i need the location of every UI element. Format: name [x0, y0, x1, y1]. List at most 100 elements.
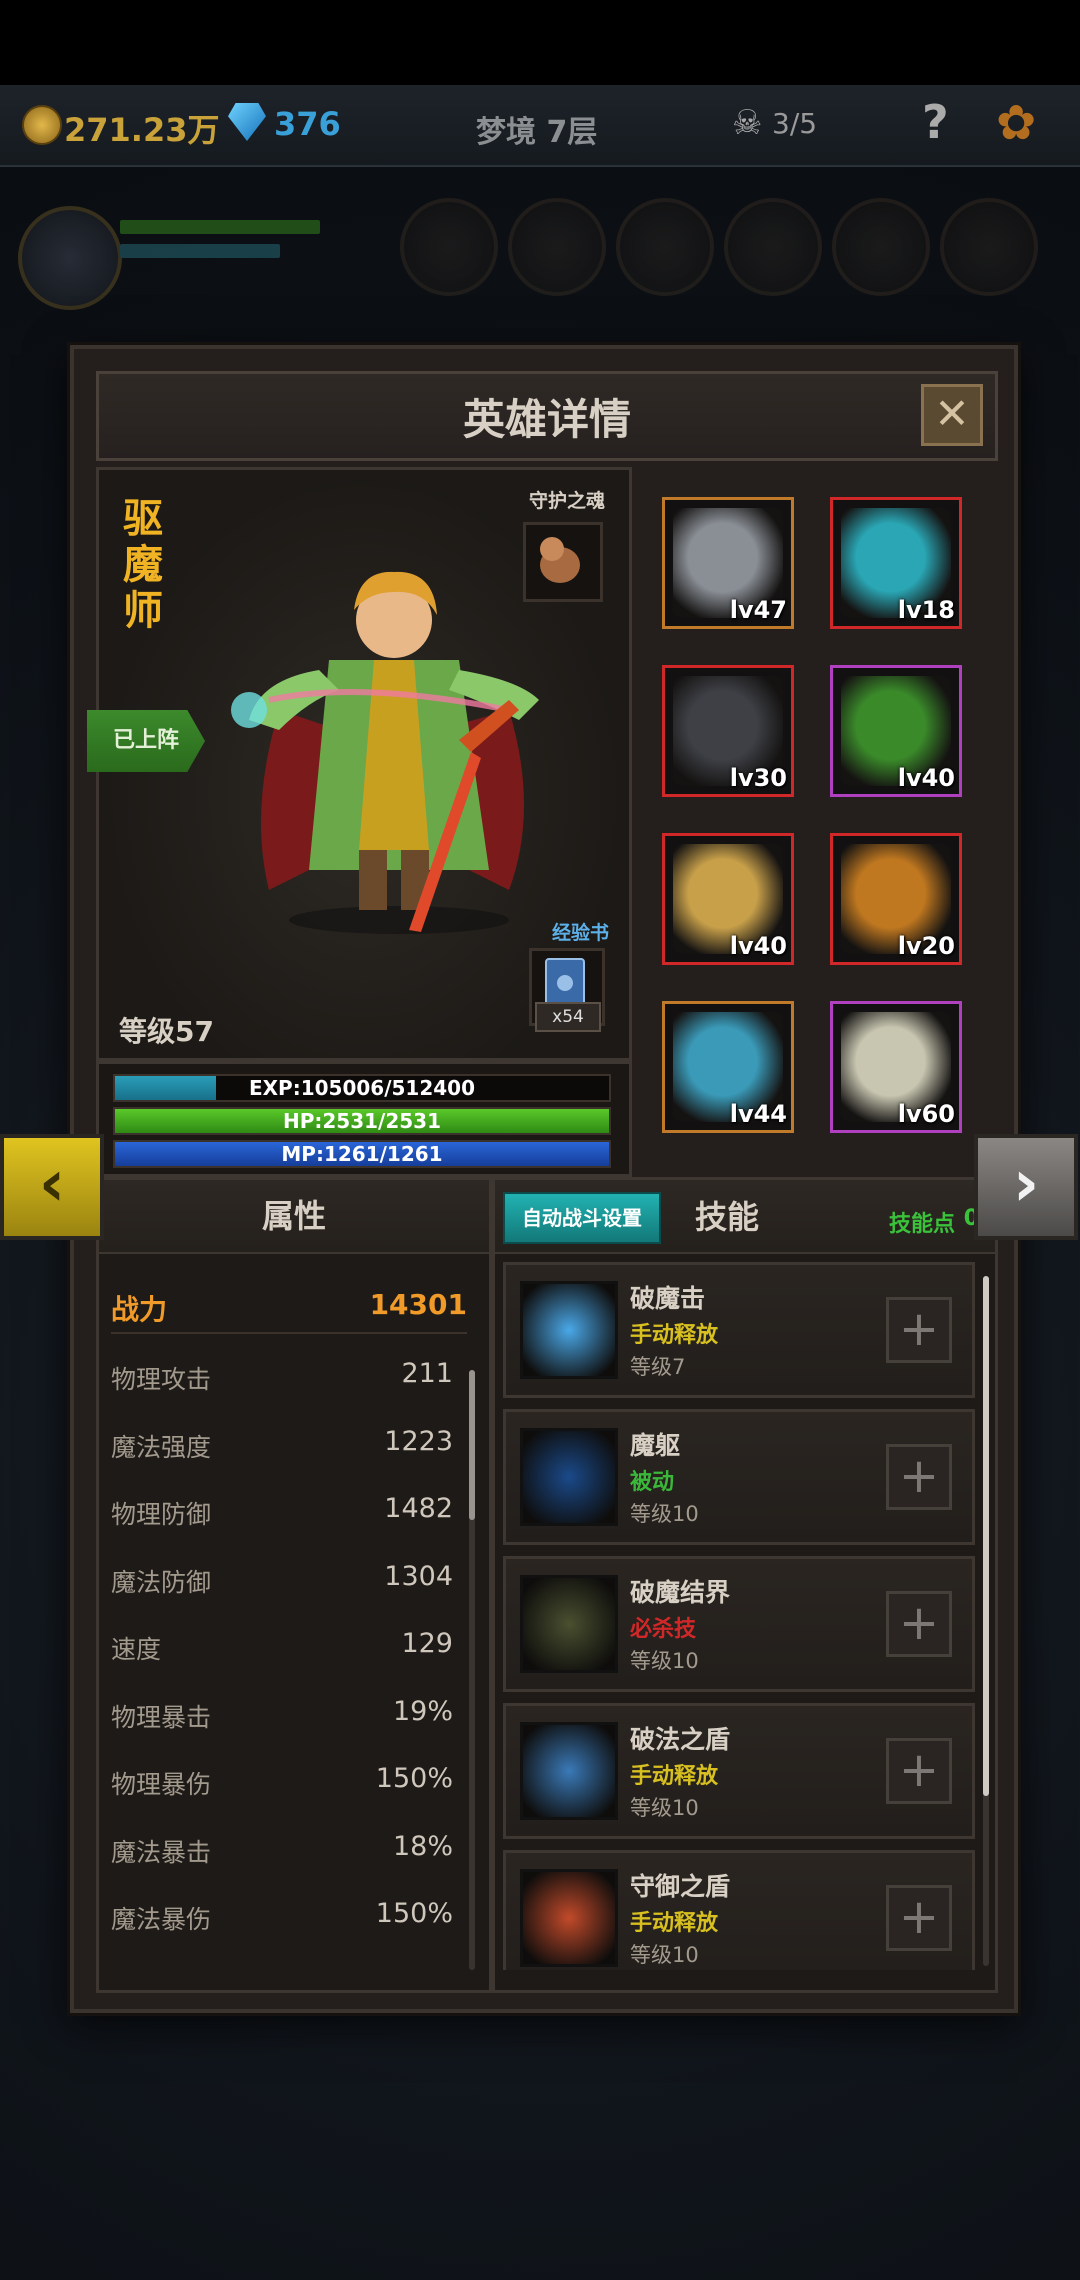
help-icon[interactable]: ? — [922, 95, 949, 149]
attribute-value: 150% — [375, 1898, 453, 1929]
equipment-slot[interactable]: lv40 — [662, 833, 794, 965]
mp-bar-label: MP:1261/1261 — [281, 1142, 443, 1166]
skills-header: 自动战斗设置 技能 技能点 0 — [495, 1180, 995, 1254]
barrier-icon — [520, 1575, 618, 1673]
roster-hp-bar — [120, 220, 320, 234]
attributes-panel: 属性 战力 14301 物理攻击 211 魔法强度 1223 物理防御 1482 魔法防御 1… — [96, 1177, 492, 1993]
upgrade-skill-button[interactable]: + — [886, 1591, 952, 1657]
attributes-title: 属性 — [99, 1180, 489, 1254]
equipment-slot[interactable]: lv30 — [662, 665, 794, 797]
skill-name: 守御之盾 — [630, 1872, 731, 1901]
combat-power-value: 14301 — [369, 1288, 467, 1321]
equipment-grid: lv47 lv18 lv30 lv40 lv40 lv20 lv44 lv60 — [634, 467, 994, 1171]
dialog-title: 英雄详情 — [462, 395, 631, 444]
equipment-slot[interactable]: lv40 — [830, 665, 962, 797]
attribute-name: 物理防御 — [111, 1500, 212, 1529]
attribute-row: 魔法强度 1223 — [111, 1418, 453, 1486]
skill-level: 等级7 — [630, 1355, 686, 1379]
skill-list[interactable]: 破魔击 手动释放 等级7 + 魔躯 被动 等级10 + 破魔结界 必杀技 等级10 + 破法之盾 手动释放… — [503, 1262, 975, 1970]
previous-hero-button[interactable]: ‹ — [0, 1134, 104, 1240]
attribute-name: 物理暴伤 — [111, 1770, 212, 1799]
skill-card[interactable]: 破法之盾手动释放等级10 + — [503, 1703, 975, 1839]
attribute-value: 1482 — [384, 1493, 453, 1524]
skill-name: 破法之盾 — [630, 1725, 731, 1754]
attribute-value: 18% — [392, 1830, 453, 1862]
roster-skill-orb — [832, 198, 930, 296]
skill-type: 手动释放 — [630, 1764, 719, 1789]
equipment-level: lv18 — [897, 596, 955, 624]
roster-mp-bar — [120, 244, 280, 258]
hero-detail-dialog: 英雄详情 ✕ 驱魔师 已上阵 守护之魂 经验书 x54 等级57 EXP:105… — [70, 345, 1018, 2013]
dialog-header: 英雄详情 ✕ — [96, 371, 998, 461]
auto-battle-settings-button[interactable]: 自动战斗设置 — [503, 1192, 661, 1244]
roster-skill-orb — [940, 198, 1038, 296]
attribute-row: 物理攻击 211 — [111, 1350, 453, 1418]
upgrade-skill-button[interactable]: + — [886, 1297, 952, 1363]
equipment-level: lv20 — [897, 932, 955, 960]
roster-avatar — [18, 206, 122, 310]
gem-amount: 376 — [274, 105, 341, 143]
hero-level: 等级57 — [119, 1015, 214, 1048]
equipment-slot[interactable]: lv47 — [662, 497, 794, 629]
attribute-row: 物理防御 1482 — [111, 1485, 453, 1553]
skill-level: 等级10 — [630, 1502, 699, 1526]
upgrade-skill-button[interactable]: + — [886, 1738, 952, 1804]
equipment-slot[interactable]: lv20 — [830, 833, 962, 965]
mp-bar: MP:1261/1261 — [113, 1140, 611, 1168]
skill-card[interactable]: 魔躯 被动 等级10 + — [503, 1409, 975, 1545]
skill-level: 等级10 — [630, 1943, 699, 1967]
equipment-slot[interactable]: lv44 — [662, 1001, 794, 1133]
attribute-list[interactable]: 物理攻击 211 魔法强度 1223 物理防御 1482 魔法防御 1304 速度 129 物理暴击… — [111, 1350, 453, 1958]
skills-scrollbar[interactable] — [983, 1276, 989, 1966]
guardian-soul-slot[interactable] — [523, 522, 603, 602]
exp-bar-label: EXP:105006/512400 — [248, 1076, 476, 1100]
attribute-name: 魔法强度 — [111, 1432, 212, 1462]
skills-scroll-thumb[interactable] — [983, 1276, 989, 1796]
exp-book-label: 经验书 — [551, 922, 609, 944]
attributes-scroll-thumb[interactable] — [469, 1370, 475, 1520]
skull-count: 3/5 — [772, 107, 818, 140]
close-button[interactable]: ✕ — [921, 384, 983, 446]
attribute-row: 魔法暴伤 150% — [111, 1890, 453, 1958]
equipment-level: lv44 — [729, 1100, 787, 1128]
attribute-name: 物理暴击 — [111, 1702, 212, 1732]
skill-level: 等级10 — [630, 1796, 699, 1820]
equipment-slot[interactable]: lv18 — [830, 497, 962, 629]
blade-slash-icon — [520, 1281, 618, 1379]
hp-bar-label: HP:2531/2531 — [282, 1109, 442, 1133]
skills-panel: 自动战斗设置 技能 技能点 0 破魔击 手动释放 等级7 + 魔躯 被动 等级10 + 破魔结界… — [492, 1177, 998, 1993]
attribute-row: 速度 129 — [111, 1620, 453, 1688]
combat-power-label: 战力 — [111, 1293, 168, 1326]
roster-skill-orb — [508, 198, 606, 296]
equipment-slot[interactable]: lv60 — [830, 1001, 962, 1133]
roster-skill-orb — [616, 198, 714, 296]
attribute-row: 魔法防御 1304 — [111, 1553, 453, 1621]
next-hero-button[interactable]: › — [974, 1134, 1078, 1240]
skill-card[interactable]: 破魔击 手动释放 等级7 + — [503, 1262, 975, 1398]
upgrade-skill-button[interactable]: + — [886, 1444, 952, 1510]
dungeon-floor: 梦境 7层 — [476, 115, 598, 150]
skill-card[interactable]: 守御之盾手动释放等级10 + — [503, 1850, 975, 1970]
combat-power-row: 战力 14301 — [111, 1288, 467, 1334]
attribute-value: 211 — [401, 1358, 453, 1389]
guardian-soul-label: 守护之魂 — [528, 490, 605, 512]
gear-icon[interactable]: ✿ — [996, 95, 1036, 151]
attributes-scrollbar[interactable] — [469, 1370, 475, 1970]
exp-bar: EXP:105006/512400 — [113, 1074, 611, 1102]
upgrade-skill-button[interactable]: + — [886, 1885, 952, 1951]
attribute-value: 1304 — [384, 1560, 453, 1592]
attribute-name: 魔法防御 — [111, 1567, 212, 1597]
skull-icon: ☠ — [732, 103, 763, 143]
round-shield-icon — [520, 1869, 618, 1967]
spirit-body-icon — [520, 1428, 618, 1526]
attribute-name: 速度 — [111, 1635, 162, 1664]
status-bar — [0, 0, 1080, 85]
equipment-level: lv30 — [729, 764, 787, 792]
roster-skill-orb — [400, 198, 498, 296]
skill-type: 手动释放 — [630, 1911, 719, 1936]
skill-type: 被动 — [630, 1470, 675, 1495]
skill-card[interactable]: 破魔结界 必杀技 等级10 + — [503, 1556, 975, 1692]
attribute-row: 物理暴伤 150% — [111, 1755, 453, 1823]
skill-level: 等级10 — [630, 1649, 699, 1673]
equipment-level: lv40 — [897, 764, 955, 792]
